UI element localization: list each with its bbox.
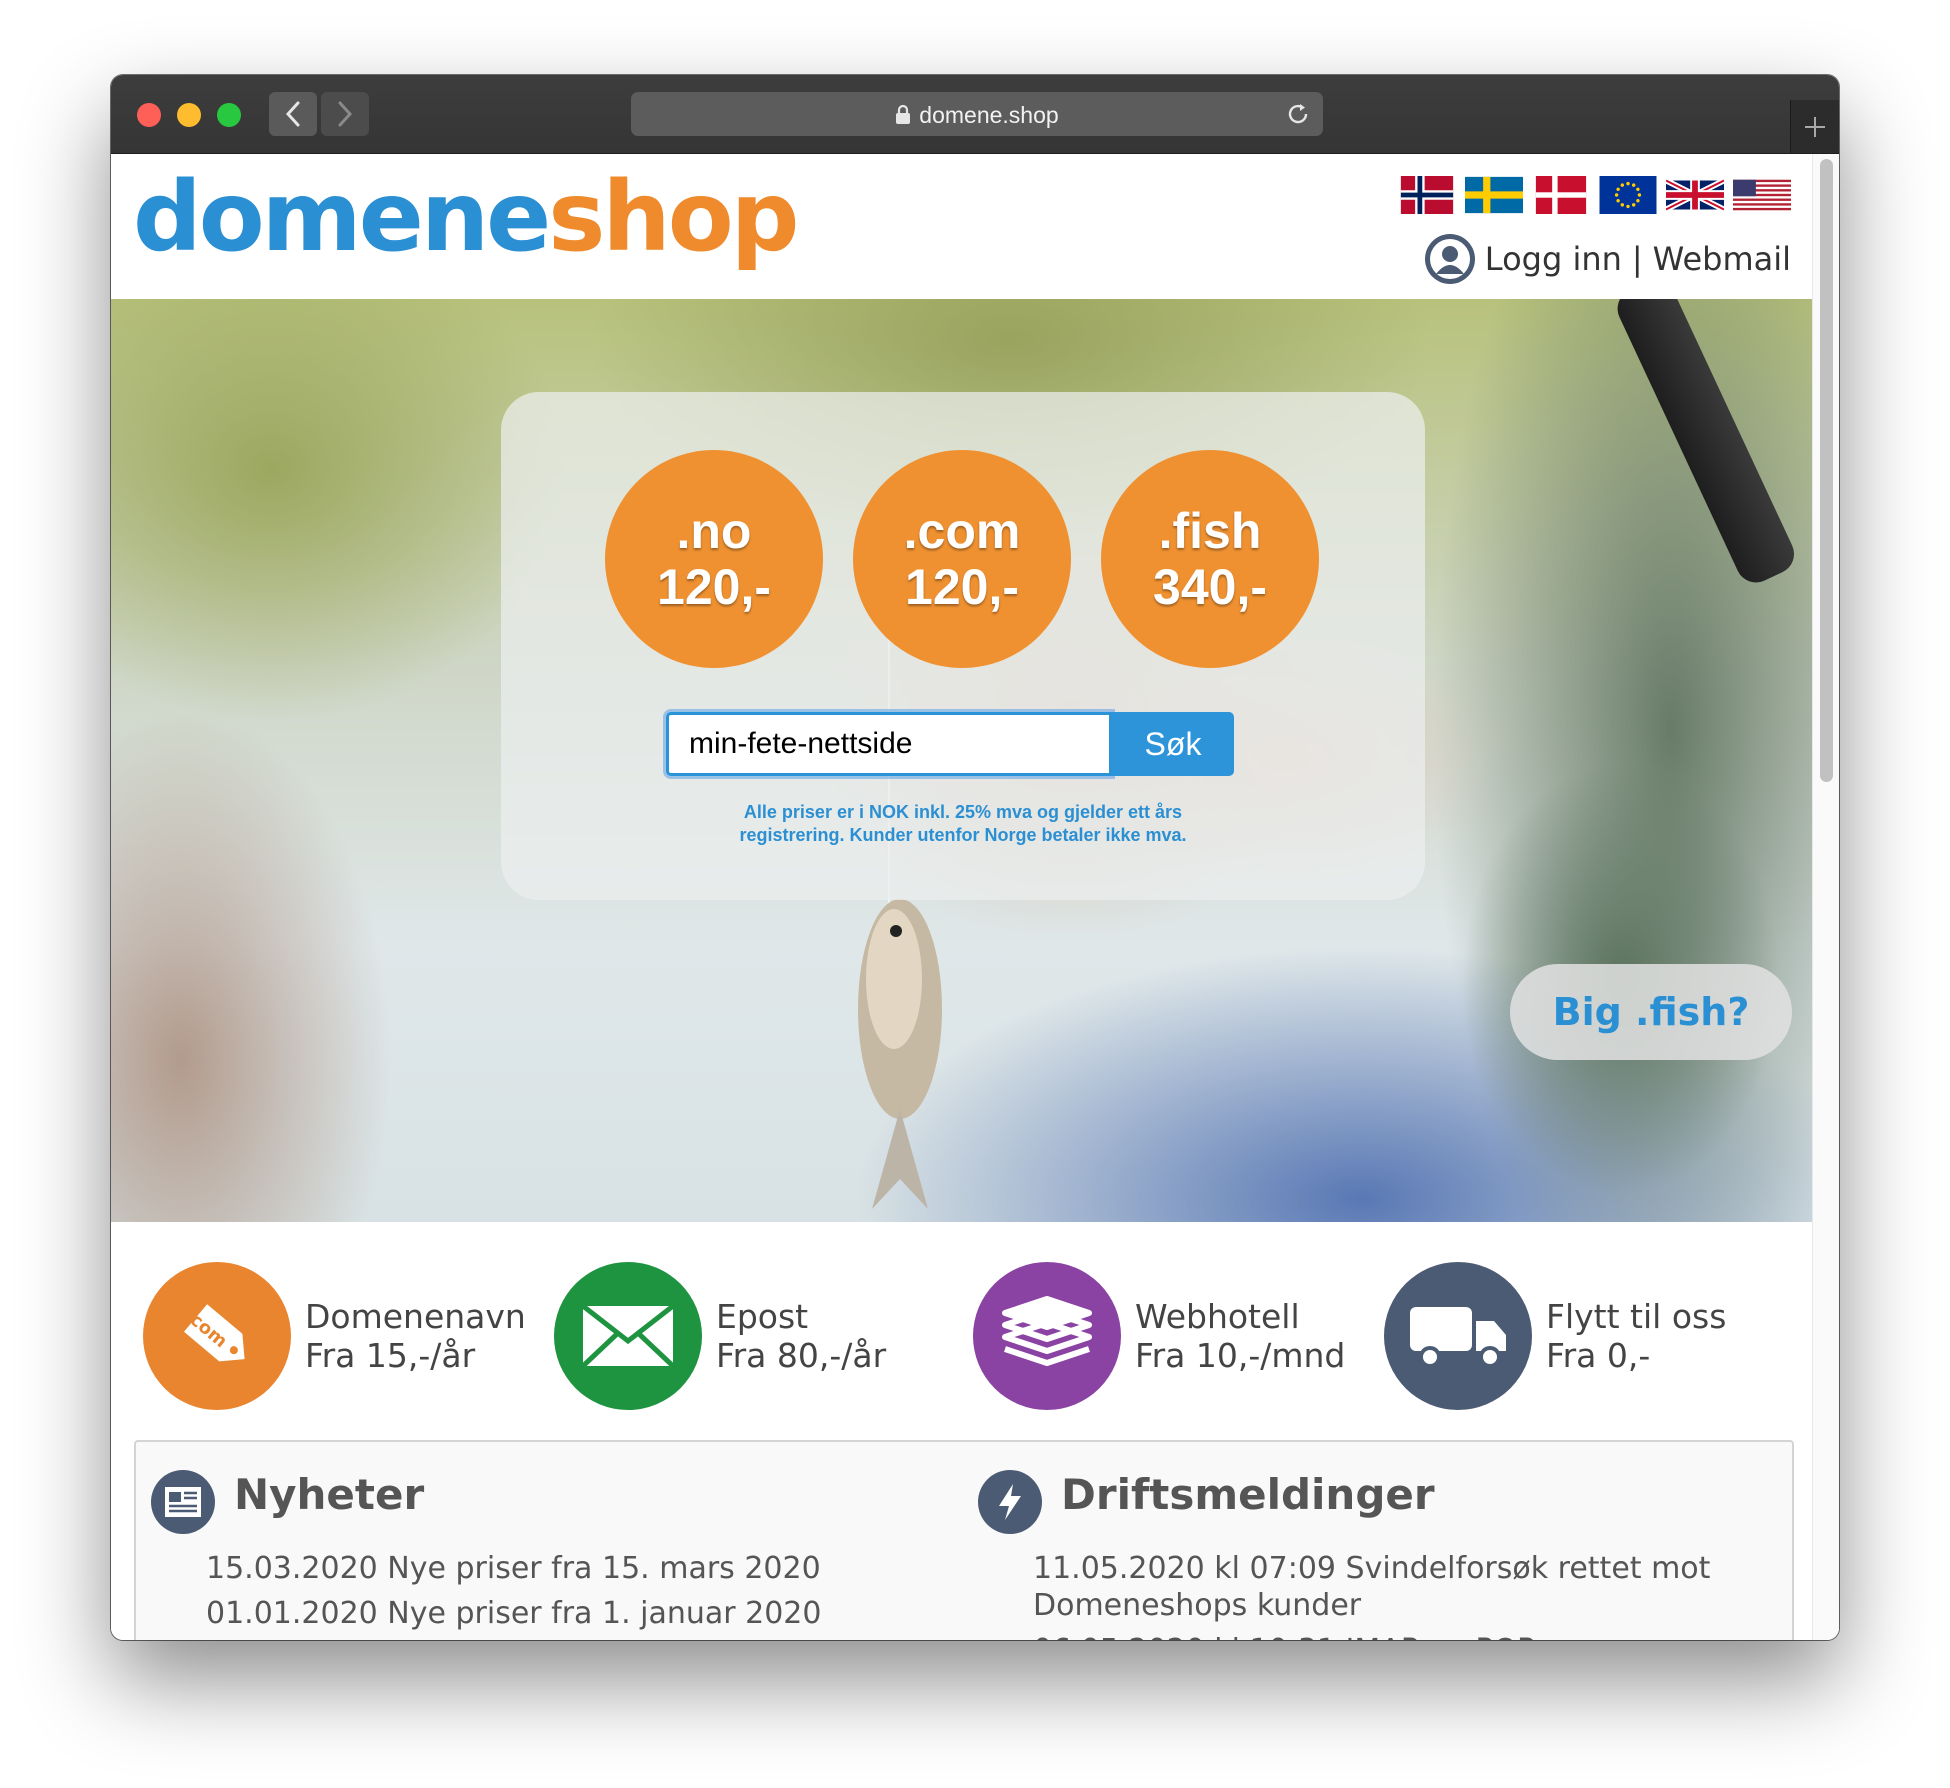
price-disclaimer: Alle priser er i NOK inkl. 25% mva og gj…	[501, 801, 1425, 847]
forward-button[interactable]	[321, 92, 369, 136]
new-tab-button[interactable]	[1790, 100, 1839, 153]
lightning-icon	[978, 1470, 1042, 1534]
envelope-icon	[581, 1304, 675, 1368]
domeneshop-logo[interactable]: domeneshop	[133, 161, 799, 273]
domain-search-input[interactable]	[666, 712, 1112, 776]
news-item[interactable]: 15.03.2020 Nye priser fra 15. mars 2020	[206, 1550, 946, 1587]
hero-banner: .no 120,- .com 120,- .fish 340,- Søk All…	[111, 299, 1813, 1222]
minimize-window-button[interactable]	[177, 103, 201, 127]
service-domains[interactable]: com Domenenavn Fra 15,-/år	[143, 1262, 526, 1410]
service-price: Fra 15,-/år	[305, 1336, 476, 1375]
auth-links: Logg inn | Webmail	[1424, 234, 1791, 284]
hero-photo-rod	[1611, 299, 1801, 590]
flag-norway-icon[interactable]	[1398, 176, 1456, 214]
offer-tld: .fish	[1158, 503, 1262, 559]
chevron-left-icon	[285, 101, 300, 127]
flag-sweden-icon[interactable]	[1465, 176, 1523, 214]
offer-price: 120,-	[657, 559, 771, 615]
auth-separator: |	[1631, 240, 1643, 278]
logo-text-shop: shop	[548, 161, 799, 273]
flag-denmark-icon[interactable]	[1532, 176, 1590, 214]
service-price: Fra 10,-/mnd	[1135, 1336, 1346, 1375]
flag-uk-icon[interactable]	[1666, 176, 1724, 214]
fish-illustration	[858, 899, 942, 1209]
operations-heading: Driftsmeldinger	[1061, 1470, 1435, 1519]
offer-com-badge[interactable]: .com 120,-	[853, 450, 1071, 668]
news-panel: Nyheter 15.03.2020 Nye priser fra 15. ma…	[134, 1440, 1794, 1640]
user-icon	[1424, 234, 1475, 284]
service-name: Webhotell	[1135, 1297, 1300, 1336]
offer-tld: .com	[903, 503, 1021, 559]
scrollbar-thumb[interactable]	[1820, 159, 1833, 782]
service-price: Fra 80,-/år	[716, 1336, 887, 1375]
operations-item[interactable]: 11.05.2020 kl 07:09 Svindelforsøk rettet…	[1033, 1550, 1773, 1624]
page-content: domeneshop Logg inn | Webmail .no 120,- …	[111, 154, 1839, 1640]
address-bar[interactable]: domene.shop	[631, 92, 1323, 136]
offer-price: 120,-	[905, 559, 1019, 615]
flag-usa-icon[interactable]	[1733, 176, 1791, 214]
search-button[interactable]: Søk	[1112, 712, 1234, 776]
service-transfer[interactable]: Flytt til oss Fra 0,-	[1384, 1262, 1726, 1410]
domain-search-panel: .no 120,- .com 120,- .fish 340,- Søk All…	[501, 392, 1425, 900]
offer-tld: .no	[676, 503, 752, 559]
webmail-link[interactable]: Webmail	[1653, 240, 1791, 278]
logo-text-domene: domene	[133, 161, 551, 273]
service-webhosting-circle	[973, 1262, 1121, 1410]
plus-icon	[1805, 116, 1825, 137]
service-email[interactable]: Epost Fra 80,-/år	[554, 1262, 886, 1410]
browser-titlebar: domene.shop	[111, 75, 1839, 154]
service-email-circle	[554, 1262, 702, 1410]
news-heading: Nyheter	[234, 1470, 425, 1519]
layers-icon	[1002, 1296, 1092, 1366]
service-name: Epost	[716, 1297, 809, 1336]
service-webhosting[interactable]: Webhotell Fra 10,-/mnd	[973, 1262, 1345, 1410]
service-domains-circle: com	[143, 1262, 291, 1410]
site-header: domeneshop Logg inn | Webmail	[111, 154, 1813, 299]
offer-fish-badge[interactable]: .fish 340,-	[1101, 450, 1319, 668]
back-button[interactable]	[269, 92, 317, 136]
service-name: Flytt til oss	[1546, 1297, 1727, 1336]
chevron-right-icon	[338, 101, 353, 127]
login-link[interactable]: Logg inn	[1485, 240, 1622, 278]
offer-no-badge[interactable]: .no 120,-	[605, 450, 823, 668]
tag-com-icon: com	[183, 1304, 245, 1362]
flag-eu-icon[interactable]	[1599, 176, 1657, 214]
page-scrollbar[interactable]	[1812, 154, 1839, 1640]
news-item[interactable]: 01.01.2020 Nye priser fra 1. januar 2020	[206, 1595, 946, 1632]
service-price: Fra 0,-	[1546, 1336, 1651, 1375]
services-row: com Domenenavn Fra 15,-/år Epost Fra 80,…	[111, 1222, 1813, 1412]
close-window-button[interactable]	[137, 103, 161, 127]
disclaimer-line-2: registrering. Kunder utenfor Norge betal…	[739, 825, 1187, 845]
domain-search-form: Søk	[666, 712, 1234, 776]
language-flags	[1398, 176, 1791, 214]
zoom-window-button[interactable]	[217, 103, 241, 127]
browser-window: domene.shop domeneshop Logg inn | Webmai…	[111, 75, 1839, 1640]
lock-icon	[896, 104, 911, 124]
hero-photo-sleeve	[1391, 679, 1813, 1222]
big-fish-button[interactable]: Big .fish?	[1510, 964, 1792, 1060]
disclaimer-line-1: Alle priser er i NOK inkl. 25% mva og gj…	[743, 802, 1183, 822]
offer-price: 340,-	[1153, 559, 1267, 615]
operations-item[interactable]: 06.05.2020 kl 10:31 IMAP og POP tilkobli…	[1033, 1632, 1773, 1640]
reload-icon[interactable]	[1285, 101, 1311, 127]
service-name: Domenenavn	[305, 1297, 526, 1336]
truck-icon	[1410, 1307, 1506, 1368]
newspaper-icon	[151, 1470, 215, 1534]
url-text: domene.shop	[919, 102, 1059, 128]
news-list: 15.03.2020 Nye priser fra 15. mars 2020 …	[206, 1550, 946, 1640]
service-transfer-circle	[1384, 1262, 1532, 1410]
operations-list: 11.05.2020 kl 07:09 Svindelforsøk rettet…	[1033, 1550, 1773, 1640]
